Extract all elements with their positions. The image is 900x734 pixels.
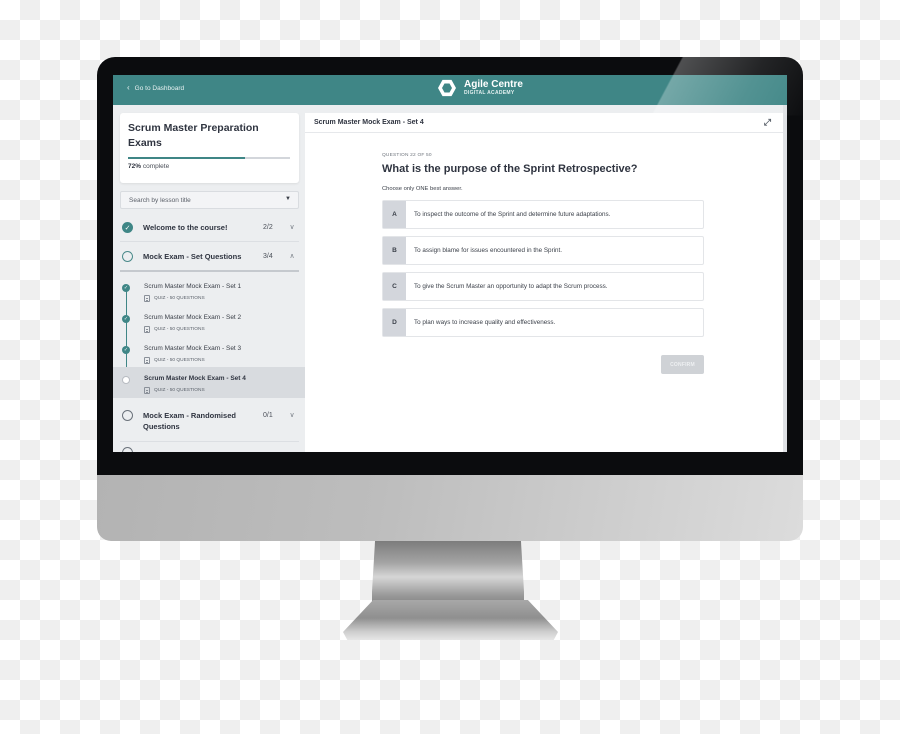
quiz-icon xyxy=(144,387,150,394)
quiz-header: Scrum Master Mock Exam - Set 4 ⤢ xyxy=(305,113,783,133)
quiz-panel: Scrum Master Mock Exam - Set 4 ⤢ QUESTIO… xyxy=(305,113,783,452)
lesson-item[interactable]: ✓ Scrum Master Mock Exam - Set 2 QUIZ - … xyxy=(113,308,305,339)
brand-name: Agile Centre xyxy=(464,78,523,90)
lesson-item[interactable]: ✓ Scrum Master Mock Exam - Set 3 QUIZ - … xyxy=(113,339,305,370)
lesson-title: Scrum Master Mock Exam - Set 3 xyxy=(144,345,242,352)
section-title: Mock Exam - Randomised Questions xyxy=(143,411,236,431)
question-instruction: Choose only ONE best answer. xyxy=(382,186,463,192)
lesson-meta: QUIZ - 50 QUESTIONS xyxy=(144,326,205,333)
chevron-up-icon: ∧ xyxy=(289,253,295,260)
answer-options: A To inspect the outcome of the Sprint a… xyxy=(382,200,704,337)
search-placeholder: Search by lesson title xyxy=(129,197,191,204)
divider xyxy=(120,270,299,272)
section-mock-exam-randomised[interactable]: Mock Exam - Randomised Questions 0/1 ∨ xyxy=(120,410,299,432)
lesson-item-active[interactable]: Scrum Master Mock Exam - Set 4 QUIZ - 50… xyxy=(113,367,305,398)
brand-logo: Agile Centre DIGITAL ACADEMY xyxy=(438,79,523,97)
check-circle-icon: ✓ xyxy=(122,222,133,233)
lesson-meta-text: QUIZ - 50 QUESTIONS xyxy=(154,327,205,332)
empty-circle-icon xyxy=(122,376,130,384)
option-letter: D xyxy=(383,309,406,336)
option-text: To inspect the outcome of the Sprint and… xyxy=(414,211,611,218)
course-progress-fill xyxy=(128,157,245,159)
question-text: What is the purpose of the Sprint Retros… xyxy=(382,163,638,175)
answer-option-a[interactable]: A To inspect the outcome of the Sprint a… xyxy=(382,200,704,229)
lesson-meta: QUIZ - 50 QUESTIONS xyxy=(144,387,205,394)
lesson-meta-text: QUIZ - 50 QUESTIONS xyxy=(154,358,205,363)
confirm-button[interactable]: CONFIRM xyxy=(661,355,704,374)
section-count: 0/1 xyxy=(263,412,273,419)
chevron-down-icon: ∨ xyxy=(289,224,295,231)
chevron-left-icon: ‹ xyxy=(127,83,130,92)
chevron-down-icon: ∨ xyxy=(289,412,295,419)
lesson-title: Scrum Master Mock Exam - Set 1 xyxy=(144,283,242,290)
top-bar: ‹ Go to Dashboard Agile Centre DIGITAL A… xyxy=(113,75,787,105)
progress-percent: 72% xyxy=(128,163,142,170)
divider xyxy=(120,241,299,242)
course-sidebar: Scrum Master Preparation Exams 72% compl… xyxy=(113,105,305,452)
circle-icon xyxy=(122,251,133,262)
circle-icon xyxy=(122,410,133,421)
lesson-meta: QUIZ - 50 QUESTIONS xyxy=(144,295,205,302)
section-title: Mock Exam - Set Questions xyxy=(143,252,242,261)
course-title: Scrum Master Preparation Exams xyxy=(128,122,259,149)
option-text: To assign blame for issues encountered i… xyxy=(414,247,563,254)
lesson-title: Scrum Master Mock Exam - Set 4 xyxy=(144,375,246,382)
lesson-heading: Scrum Master Mock Exam - Set 4 xyxy=(314,119,424,126)
lesson-meta: QUIZ - 50 QUESTIONS xyxy=(144,357,205,364)
quiz-icon xyxy=(144,295,150,302)
progress-suffix: complete xyxy=(142,163,170,170)
monitor-stand-foot xyxy=(343,600,558,640)
hexagon-logo-icon xyxy=(438,79,456,97)
option-letter: C xyxy=(383,273,406,300)
option-letter: B xyxy=(383,237,406,264)
answer-option-c[interactable]: C To give the Scrum Master an opportunit… xyxy=(382,272,704,301)
check-circle-icon: ✓ xyxy=(122,284,130,292)
go-to-dashboard-link[interactable]: ‹ Go to Dashboard xyxy=(127,84,184,92)
check-circle-icon: ✓ xyxy=(122,346,130,354)
lesson-title: Scrum Master Mock Exam - Set 2 xyxy=(144,314,242,321)
go-to-dashboard-label: Go to Dashboard xyxy=(134,84,185,92)
quiz-icon xyxy=(144,326,150,333)
scrollbar[interactable] xyxy=(783,105,787,452)
answer-option-d[interactable]: D To plan ways to increase quality and e… xyxy=(382,308,704,337)
lesson-meta-text: QUIZ - 50 QUESTIONS xyxy=(154,296,205,301)
section-welcome[interactable]: ✓ Welcome to the course! 2/2 ∨ xyxy=(120,222,299,233)
answer-option-b[interactable]: B To assign blame for issues encountered… xyxy=(382,236,704,265)
lesson-meta-text: QUIZ - 50 QUESTIONS xyxy=(154,388,205,393)
expand-icon[interactable]: ⤢ xyxy=(764,117,771,128)
circle-icon xyxy=(122,447,133,452)
section-count: 2/2 xyxy=(263,224,273,231)
option-text: To give the Scrum Master an opportunity … xyxy=(414,283,608,290)
question-area: QUESTION 22 OF 50 What is the purpose of… xyxy=(382,153,704,374)
option-letter: A xyxy=(383,201,406,228)
option-text: To plan ways to increase quality and eff… xyxy=(414,319,556,326)
brand-subtitle: DIGITAL ACADEMY xyxy=(464,89,515,96)
course-progress-bar xyxy=(128,157,290,159)
section-mock-exam-set-questions[interactable]: Mock Exam - Set Questions 3/4 ∧ xyxy=(120,251,299,262)
section-count: 3/4 xyxy=(263,253,273,260)
check-circle-icon: ✓ xyxy=(122,315,130,323)
lesson-item[interactable]: ✓ Scrum Master Mock Exam - Set 1 QUIZ - … xyxy=(113,277,305,308)
lesson-search-dropdown[interactable]: Search by lesson title ▼ xyxy=(120,191,299,209)
quiz-icon xyxy=(144,357,150,364)
divider xyxy=(120,441,299,442)
screen: ‹ Go to Dashboard Agile Centre DIGITAL A… xyxy=(113,75,787,452)
monitor-chin xyxy=(97,475,803,541)
caret-down-icon: ▼ xyxy=(285,196,291,202)
section-next-partial[interactable] xyxy=(120,447,299,452)
course-progress-card: Scrum Master Preparation Exams 72% compl… xyxy=(120,113,299,183)
question-number: QUESTION 22 OF 50 xyxy=(382,153,432,158)
progress-label: 72% complete xyxy=(128,163,291,170)
section-title: Welcome to the course! xyxy=(143,223,228,232)
